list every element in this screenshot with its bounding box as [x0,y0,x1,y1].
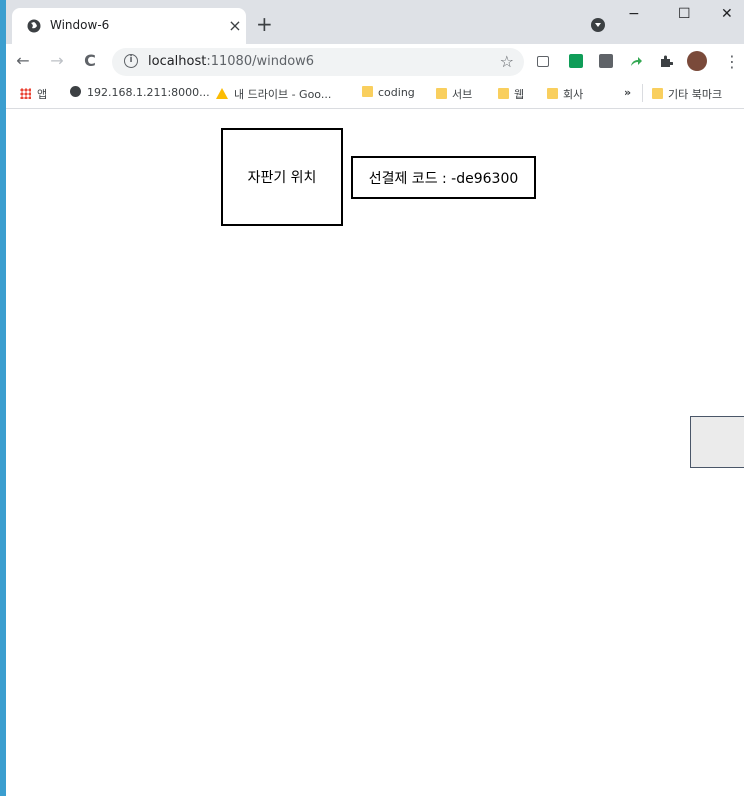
bookmark-ip[interactable]: 192.168.1.211:8000... [70,86,210,99]
url-text[interactable]: localhost:11080/window6 [148,54,314,69]
folder-icon [436,88,447,99]
bookmarks-bar: 앱 192.168.1.211:8000... 내 드라이브 - Goo... … [6,80,744,109]
browser-toolbar: ← → C i localhost:11080/window6 ☆ ⋮ [6,44,744,80]
folder-icon [547,88,558,99]
feedly-extension-icon[interactable] [569,54,583,68]
google-drive-icon [216,88,228,99]
bookmark-apps[interactable]: 앱 [20,86,47,102]
tab-close-icon[interactable]: × [224,15,246,37]
back-button[interactable]: ← [12,50,34,72]
prepay-code-label: 선결제 코드 : -de96300 [368,170,519,187]
reader-extension-icon[interactable] [599,54,613,68]
bookmark-label: 앱 [37,88,48,101]
bookmark-label: 서브 [452,88,473,101]
bookmark-drive[interactable]: 내 드라이브 - Goo... [216,86,331,102]
bookmarks-divider [642,84,643,102]
close-window-button[interactable]: ✕ [721,6,733,22]
folder-icon [498,88,509,99]
bookmark-company[interactable]: 회사 [547,86,583,102]
bookmark-label: 웹 [514,88,525,101]
bookmark-label: 기타 북마크 [668,88,723,101]
cast-icon[interactable] [537,56,549,67]
tab-strip: Window-6 × + − ☐ ✕ [6,0,744,44]
profile-avatar[interactable] [687,51,707,71]
page-content: 자판기 위치 선결제 코드 : -de96300 [6,109,744,796]
item-box[interactable] [690,416,744,468]
tab-search-icon[interactable] [591,18,605,32]
bookmark-star-icon[interactable]: ☆ [500,52,514,71]
share-arrow-icon[interactable] [629,54,643,68]
bookmark-web[interactable]: 웹 [498,86,524,102]
tab-window-6[interactable]: Window-6 × [12,8,246,44]
tab-title: Window-6 [50,18,110,32]
globe-icon [70,86,81,97]
folder-icon [362,86,373,97]
apps-grid-icon [20,88,31,99]
bookmark-label: 192.168.1.211:8000... [87,86,210,99]
url-host: localhost [148,54,207,69]
maximize-button[interactable]: ☐ [678,6,691,22]
bookmark-label: 내 드라이브 - Goo... [234,88,332,101]
extensions-puzzle-icon[interactable] [659,54,673,68]
prepay-code-box: 선결제 코드 : -de96300 [351,156,536,199]
globe-icon [27,19,41,33]
vending-location-label: 자판기 위치 [247,170,317,186]
folder-icon [652,88,663,99]
address-bar[interactable]: i localhost:11080/window6 ☆ [112,48,524,76]
site-info-icon[interactable]: i [124,54,138,68]
reload-button[interactable]: C [79,50,101,72]
bookmark-other[interactable]: 기타 북마크 [652,86,722,102]
url-path: :11080/window6 [206,54,315,69]
bookmark-sub[interactable]: 서브 [436,86,472,102]
browser-menu-icon[interactable]: ⋮ [724,52,740,71]
bookmarks-overflow-button[interactable]: » [624,86,631,99]
vending-location-box[interactable]: 자판기 위치 [221,128,343,226]
bookmark-label: coding [378,86,415,99]
forward-button[interactable]: → [46,50,68,72]
browser-window: Window-6 × + − ☐ ✕ ← → C i localhost:110… [6,0,744,796]
new-tab-button[interactable]: + [256,14,273,34]
bookmark-label: 회사 [563,88,584,101]
minimize-button[interactable]: − [628,6,640,22]
bookmark-coding[interactable]: coding [362,86,415,99]
